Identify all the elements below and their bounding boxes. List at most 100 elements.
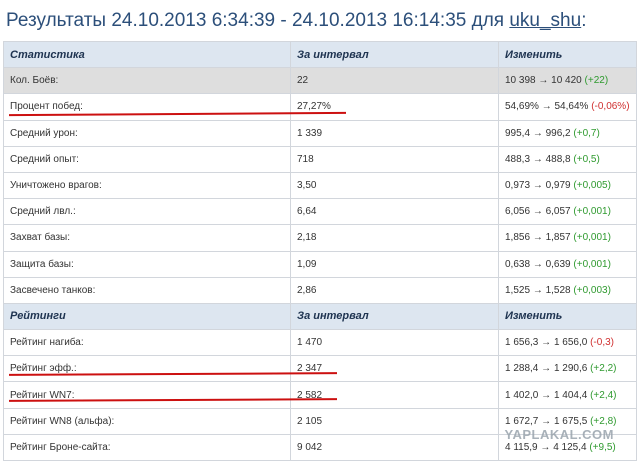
delta-value: (-0,06%) [591,101,630,113]
interval-value: 2 347 [290,355,499,383]
delta-value: (+0,5) [573,153,600,165]
arrow-right-icon: → [532,153,543,165]
delta-value: (+0,001) [573,258,611,270]
row-label: Рейтинг нагиба: [3,329,291,357]
interval-value: 2 105 [290,407,499,435]
from-value: 6,056 [505,206,531,218]
arrow-right-icon: → [541,389,552,401]
arrow-right-icon: → [541,363,552,375]
row-label: Рейтинг эфф.: [3,355,291,383]
to-value: 1 290,6 [553,363,588,375]
user-link[interactable]: uku_shu [509,10,581,31]
delta-value: (+9,5) [589,441,616,453]
row-label: Засвечено танков: [3,276,291,304]
interval-value: 22 [290,67,499,95]
row-label: Захват базы: [3,224,291,252]
column-header: Статистика [3,40,291,69]
column-header: За интервал [290,302,499,331]
row-label: Процент побед: [3,93,291,121]
delta-value: (+0,005) [573,180,611,192]
arrow-right-icon: → [532,127,543,139]
change-cell: 1 288,4 → 1 290,6 (+2,2) [498,355,637,383]
from-value: 995,4 [505,127,531,139]
row-label: Средний урон: [3,119,291,147]
from-value: 4 115,9 [505,441,538,453]
delta-value: (-0,3) [590,337,614,349]
interval-value: 27,27% [290,93,499,121]
change-cell: 995,4 → 996,2 (+0,7) [498,119,637,147]
row-label: Кол. Боёв: [3,67,291,95]
to-value: 1 656,0 [553,337,588,349]
column-header: Изменить [498,302,637,331]
change-cell: 0,973 → 0,979 (+0,005) [498,171,637,200]
interval-value: 2,18 [290,224,499,252]
from-value: 10 398 [505,75,536,87]
from-value: 1 288,4 [505,363,539,375]
stats_section-header-row: Статистика За интервал Изменить [3,40,637,69]
interval-value: 718 [290,145,499,173]
interval-value: 3,50 [290,171,499,200]
delta-value: (+2,4) [590,389,617,401]
change-cell: 0,638 → 0,639 (+0,001) [498,250,637,278]
delta-value: (+22) [584,75,609,87]
arrow-right-icon: → [532,258,543,270]
title-prefix: Результаты 24.10.2013 6:34:39 - 24.10.20… [6,10,505,31]
watermark: YAPLAKAL.COM [504,427,614,442]
from-value: 1 402,0 [505,389,539,401]
to-value: 996,2 [545,127,571,139]
from-value: 1,856 [505,232,531,244]
table-row: Уничтожено врагов: 3,50 0,973 → 0,979 (+0,… [3,171,637,200]
page-title: Результаты 24.10.2013 6:34:39 - 24.10.20… [6,6,586,36]
delta-value: (+2,2) [590,363,617,375]
delta-value: (+2,8) [590,415,617,427]
delta-value: (+0,003) [573,284,611,296]
from-value: 1,525 [505,284,531,296]
interval-value: 2 582 [290,381,499,409]
interval-value: 9 042 [290,433,499,462]
row-label: Средний лвл.: [3,198,291,226]
interval-value: 1 339 [290,119,499,147]
to-value: 0,639 [545,258,571,270]
to-value: 54,64% [554,101,589,113]
from-value: 1 672,7 [505,415,539,427]
table-row: Кол. Боёв: 22 10 398 → 10 420 (+22) [3,67,637,95]
table-row: Средний лвл.: 6,64 6,056 → 6,057 (+0,001) [3,198,637,226]
to-value: 4 125,4 [553,441,587,453]
delta-value: (+0,001) [573,206,611,218]
interval-value: 2,86 [290,276,499,304]
column-header: Изменить [498,40,637,69]
to-value: 6,057 [545,206,571,218]
change-cell: 54,69% → 54,64% (-0,06%) [498,93,637,121]
table-row: Процент побед: 27,27% 54,69% → 54,64% (-0,… [3,93,637,121]
title-suffix: : [581,10,587,31]
row-label: Рейтинг WN7: [3,381,291,409]
arrow-right-icon: → [538,75,549,87]
change-cell: 488,3 → 488,8 (+0,5) [498,145,637,173]
row-label: Защита базы: [3,250,291,278]
from-value: 1 656,3 [505,337,539,349]
ratings_section-header-row: Рейтинги За интервал Изменить [3,302,637,331]
row-label: Рейтинг Броне-сайта: [3,433,291,462]
change-cell: 10 398 → 10 420 (+22) [498,67,637,95]
table-row: Защита базы: 1,09 0,638 → 0,639 (+0,001) [3,250,637,278]
from-value: 488,3 [505,153,531,165]
to-value: 1,857 [545,232,571,244]
to-value: 0,979 [545,180,571,192]
interval-value: 1,09 [290,250,499,278]
to-value: 488,8 [545,153,571,165]
to-value: 1 404,4 [553,389,588,401]
table-row: Засвечено танков: 2,86 1,525 → 1,528 (+0,0… [3,276,637,304]
arrow-right-icon: → [532,180,543,192]
change-cell: 6,056 → 6,057 (+0,001) [498,198,637,226]
column-header: За интервал [290,40,499,69]
arrow-right-icon: → [541,101,552,113]
table-row: Средний урон: 1 339 995,4 → 996,2 (+0,7) [3,119,637,147]
table-row: Рейтинг WN7: 2 582 1 402,0 → 1 404,4 (+2,4… [3,381,637,409]
arrow-right-icon: → [541,337,552,349]
delta-value: (+0,7) [573,127,600,139]
interval-value: 6,64 [290,198,499,226]
arrow-right-icon: → [541,415,552,427]
from-value: 54,69% [505,101,539,113]
from-value: 0,973 [505,180,531,192]
table-row: Рейтинг эфф.: 2 347 1 288,4 → 1 290,6 (+2,… [3,355,637,383]
